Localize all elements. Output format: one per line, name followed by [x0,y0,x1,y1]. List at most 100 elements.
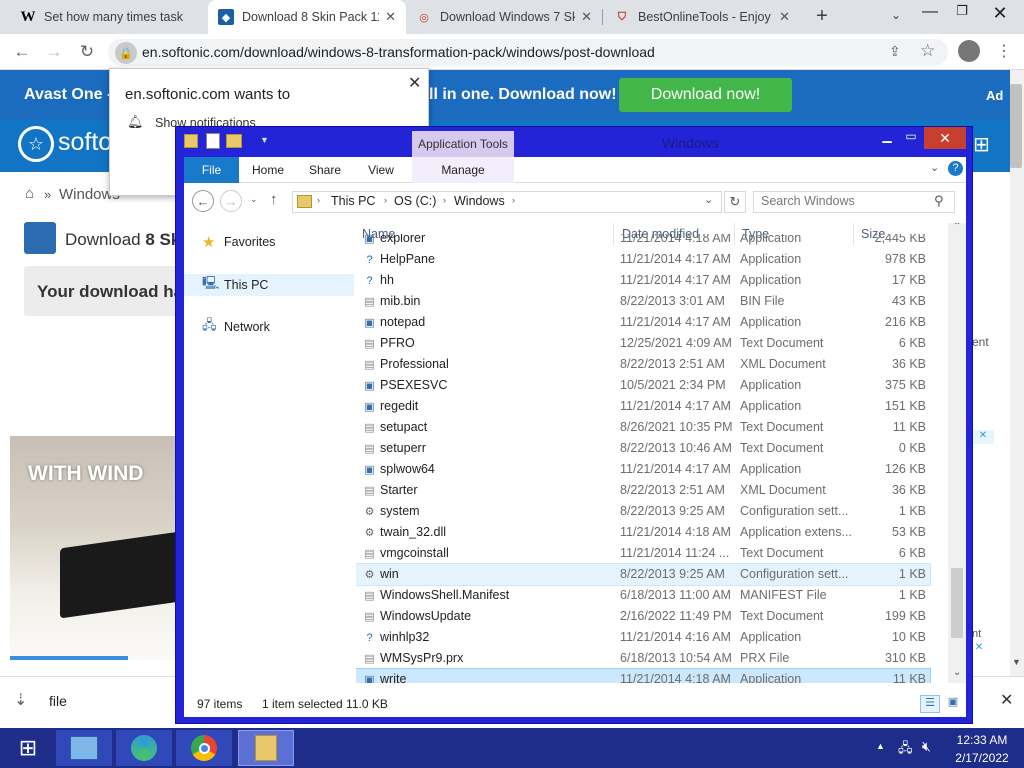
file-row[interactable]: ▤ vmgcoinstall 11/21/2014 11:24 ... Text Do… [356,543,930,564]
details-view-icon[interactable]: ☰ [920,695,940,713]
file-row[interactable]: ⚙ win 8/22/2013 9:25 AM Configuration sett.… [356,563,931,586]
path-chevron-icon[interactable]: › [317,195,320,205]
file-row[interactable]: ▤ WindowsShell.Manifest 6/18/2013 11:00 AM… [356,585,930,606]
back-arrow-icon[interactable]: ← [11,41,33,63]
file-row[interactable]: ▤ WMSysPr9.prx 6/18/2013 10:54 AM PRX File 3… [356,648,930,669]
nav-favorites[interactable]: ★ Favorites [184,231,354,253]
file-row[interactable]: ▣ splwow64 11/21/2014 4:17 AM Application 12… [356,459,930,480]
file-row[interactable]: ▤ PFRO 12/25/2021 4:09 AM Text Document 6 KB [356,333,930,354]
ribbon-tab-view[interactable]: View [354,157,408,183]
ribbon-tab-manage[interactable]: Manage [412,157,514,183]
recent-locations-chevron-icon[interactable]: ⌄ [250,194,258,205]
file-row[interactable]: ▤ setupact 8/26/2021 10:35 PM Text Document… [356,417,930,438]
up-arrow-button[interactable]: ↑ [270,191,278,208]
bookmark-star-icon[interactable]: ☆ [920,41,935,61]
volume-muted-icon[interactable]: 🔇︎ [922,738,931,755]
properties-quick-icon[interactable] [206,133,220,149]
file-row[interactable]: ▣ notepad 11/21/2014 4:17 AM Application 216… [356,312,930,333]
minimize-browser-button[interactable]: — [912,3,948,31]
large-icons-view-icon[interactable]: ▣ [944,695,962,713]
profile-avatar-icon[interactable] [958,40,980,62]
refresh-icon[interactable]: ↻ [724,191,746,213]
file-row[interactable]: ▣ explorer 11/21/2014 4:18 AM Application 2,… [356,234,930,249]
close-browser-button[interactable]: ✕ [982,3,1018,31]
popup-close-icon[interactable]: ✕ [408,73,421,93]
taskbar-app-control-panel[interactable] [56,730,112,766]
clock-time[interactable]: 12:33 AM [942,733,1022,747]
ribbon-tab-file[interactable]: File [184,157,239,183]
new-tab-button[interactable]: + [810,5,834,29]
file-row[interactable]: ▣ write 11/21/2014 4:18 AM Application 11 KB [356,668,931,683]
taskbar-app-chrome[interactable] [176,730,232,766]
close-tab-icon[interactable]: ✕ [581,9,592,25]
clock-date[interactable]: 2/17/2022 [942,751,1022,765]
path-os-c[interactable]: OS (C:) [394,194,436,208]
file-row[interactable]: ▤ mib.bin 8/22/2013 3:01 AM BIN File 43 KB [356,291,930,312]
page-scrollbar-thumb[interactable] [1010,84,1022,168]
file-list-scroll-thumb[interactable] [951,568,963,638]
back-nav-button[interactable]: ← [192,190,214,212]
file-row[interactable]: ▤ setuperr 8/22/2013 10:46 AM Text Document… [356,438,930,459]
download-now-button[interactable]: Download now! [619,78,792,112]
scroll-down-icon[interactable]: ⌄ [953,667,961,678]
reload-icon[interactable]: ↻ [76,41,98,63]
file-row[interactable]: ⚙ twain_32.dll 11/21/2014 4:18 AM Applicati… [356,522,930,543]
file-list-scrollbar[interactable]: ⌃ ⌄ [948,223,966,683]
ribbon-tab-home[interactable]: Home [242,157,294,183]
file-row[interactable]: ▤ WindowsUpdate 2/16/2022 11:49 PM Text Doc… [356,606,930,627]
ad-close-icon[interactable]: ✕ [972,430,994,444]
scroll-up-icon[interactable]: ⌃ [953,223,961,232]
new-folder-quick-icon[interactable] [226,134,242,148]
nav-network[interactable]: 🖧︎ Network [184,316,354,338]
softonic-logo-text[interactable]: softo [58,128,112,157]
softonic-logo-icon[interactable]: ☆ [18,126,54,162]
lock-icon[interactable]: 🔒 [115,42,137,64]
path-chevron-icon[interactable]: › [443,195,446,205]
path-windows[interactable]: Windows [454,194,505,208]
nav-this-pc[interactable]: 🖳︎ This PC [184,274,354,296]
url-text[interactable]: en.softonic.com/download/windows-8-trans… [142,44,655,60]
tab-bestonlinetools[interactable]: ⛉ BestOnlineTools - Enjoy f ✕ [604,0,800,34]
file-row[interactable]: ? winhlp32 11/21/2014 4:16 AM Application 10… [356,627,930,648]
network-tray-icon[interactable]: 🖧︎ [898,739,913,761]
share-icon[interactable]: ⇪ [889,43,901,60]
file-row[interactable]: ? HelpPane 11/21/2014 4:17 AM Application 97… [356,249,930,270]
taskbar-app-edge[interactable] [116,730,172,766]
maximize-window-button[interactable]: ▭ [898,129,924,149]
restore-browser-button[interactable]: ❐ [952,3,972,23]
path-dropdown-icon[interactable]: ⌄ [704,193,713,206]
help-icon[interactable]: ? [948,161,963,176]
file-row[interactable]: ▤ Starter 8/22/2013 2:51 AM XML Document 36 … [356,480,930,501]
close-tab-icon[interactable]: ✕ [779,9,790,25]
file-row[interactable]: ▤ Professional 8/22/2013 2:51 AM XML Docume… [356,354,930,375]
scroll-down-icon[interactable]: ▼ [1012,657,1021,667]
path-this-pc[interactable]: This PC [331,194,375,208]
expand-ribbon-chevron-icon[interactable]: ⌄ [930,161,939,174]
tab-search-chevron-icon[interactable]: ⌄ [891,8,901,22]
show-hidden-icons-icon[interactable]: ▲ [876,741,885,751]
tab-windows7[interactable]: ◎ Download Windows 7 Sk ✕ [406,0,602,34]
path-chevron-icon[interactable]: › [384,195,387,205]
tab-skin-pack[interactable]: ◆ Download 8 Skin Pack 11 ✕ [208,0,406,34]
menu-kebab-icon[interactable]: ⋮ [996,41,1012,61]
file-row[interactable]: ⚙ system 8/22/2013 9:25 AM Configuration se… [356,501,930,522]
ribbon-tab-share[interactable]: Share [298,157,352,183]
path-chevron-icon[interactable]: › [512,195,515,205]
minimize-window-button[interactable]: ▁ [873,129,901,149]
forward-arrow-icon[interactable]: → [43,41,65,63]
taskbar-app-explorer[interactable] [238,730,294,766]
file-row[interactable]: ▣ regedit 11/21/2014 4:17 AM Application 151… [356,396,930,417]
file-row[interactable]: ▣ PSEXESVC 10/5/2021 2:34 PM Application 375… [356,375,930,396]
ad-close-icon-2[interactable]: ✕ [972,642,986,656]
tab-task[interactable]: W Set how many times task [10,0,208,34]
close-window-button[interactable]: ✕ [924,127,966,149]
start-button[interactable]: ⊞ [0,730,56,766]
close-tab-icon[interactable]: ✕ [385,9,396,25]
download-filename[interactable]: file [49,693,67,709]
search-icon[interactable]: ⚲ [934,193,944,209]
home-icon[interactable]: ⌂ [25,185,34,202]
close-download-bar-icon[interactable]: ✕ [1000,690,1013,710]
quick-access-dropdown-icon[interactable]: ▼ [260,135,269,145]
file-row[interactable]: ? hh 11/21/2014 4:17 AM Application 17 KB [356,270,930,291]
forward-nav-button[interactable]: → [220,190,242,212]
